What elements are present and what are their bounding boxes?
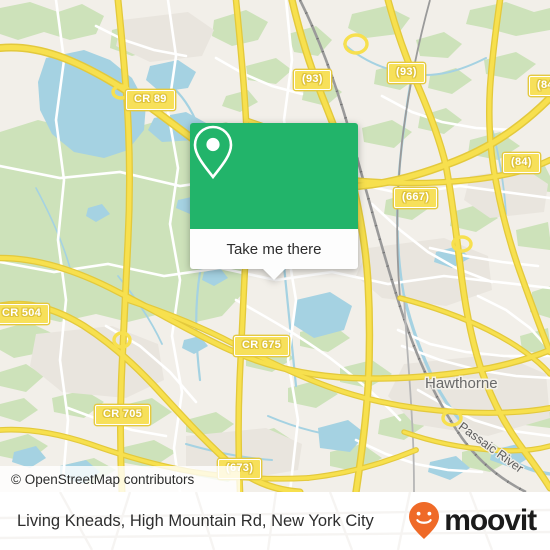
road-shield-cr-705[interactable]: CR 705 <box>95 405 151 425</box>
road-shield-667[interactable]: (667) <box>394 188 438 208</box>
map-screenshot-root: CR 89 (93) (93) (84) (84) (667) CR 504 C… <box>0 0 550 550</box>
map-canvas[interactable]: CR 89 (93) (93) (84) (84) (667) CR 504 C… <box>0 0 550 492</box>
popup-header <box>190 123 358 229</box>
location-popup-card[interactable]: Take me there <box>190 123 358 280</box>
moovit-wordmark: moovit <box>444 504 537 537</box>
road-shield-cr-675[interactable]: CR 675 <box>234 336 290 356</box>
footer-bar: Living Kneads, High Mountain Rd, New Yor… <box>0 492 550 550</box>
popup-action-label[interactable]: Take me there <box>190 229 358 269</box>
road-shield-cr-504[interactable]: CR 504 <box>0 304 50 324</box>
map-pin-icon <box>193 125 233 180</box>
moovit-smiley-pin-icon <box>409 502 440 539</box>
road-shield-84-b[interactable]: (84) <box>503 153 540 173</box>
road-shield-84-a[interactable]: (84) <box>529 76 550 96</box>
moovit-logo[interactable]: moovit <box>407 501 537 541</box>
road-shield-93-a[interactable]: (93) <box>294 70 331 90</box>
place-label-hawthorne: Hawthorne <box>425 375 498 392</box>
road-shield-93-b[interactable]: (93) <box>388 63 425 83</box>
popup-pointer-tail <box>263 269 285 280</box>
road-shield-cr-89[interactable]: CR 89 <box>126 90 175 110</box>
location-title: Living Kneads, High Mountain Rd, New Yor… <box>17 511 374 530</box>
map-attribution[interactable]: © OpenStreetMap contributors <box>0 466 240 492</box>
